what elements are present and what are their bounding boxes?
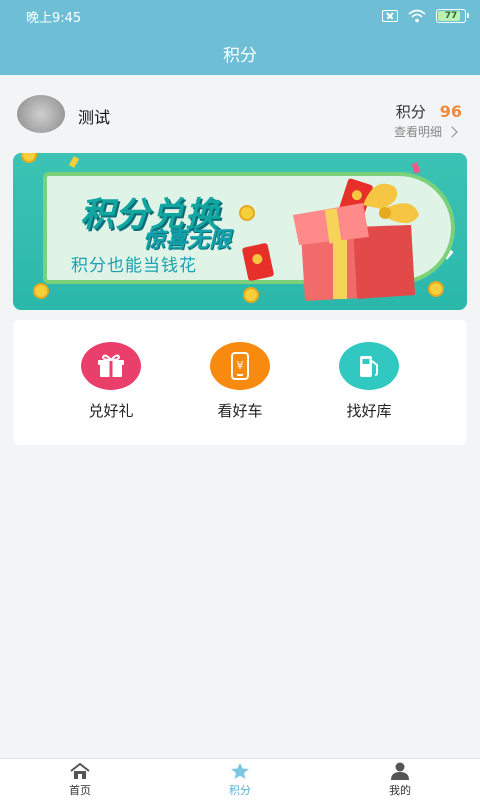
feature-label: 找好库: [346, 402, 392, 420]
banner-slogan: 积分也能当钱花: [71, 256, 197, 276]
feature-label: 看好车: [217, 402, 263, 420]
banner-subtitle: 惊喜无限: [143, 228, 232, 253]
battery-icon: 77: [436, 9, 469, 23]
feature-exchange-gifts[interactable]: 兑好礼: [61, 342, 161, 421]
battery-level: 77: [444, 11, 458, 21]
tab-label: 首页: [69, 783, 91, 797]
username: 测试: [78, 108, 111, 127]
coin-icon: [428, 281, 444, 297]
coin-icon: [21, 153, 37, 163]
chevron-right-icon: [446, 125, 458, 138]
tab-label: 我的: [389, 783, 411, 797]
points-value: 96: [439, 102, 462, 121]
points-label: 积分: [395, 103, 426, 121]
page-title: 积分: [223, 46, 257, 66]
star-icon: [231, 762, 249, 779]
avatar[interactable]: [17, 95, 65, 133]
coin-icon: [243, 287, 259, 303]
no-sim-icon: [382, 10, 398, 22]
svg-text:¥: ¥: [237, 359, 244, 372]
coin-icon: [239, 205, 255, 221]
status-bar: 晚上9:45 77: [0, 0, 480, 32]
tab-mine[interactable]: 我的: [320, 759, 480, 800]
points-summary: 积分 96: [396, 101, 462, 122]
bottom-tab-bar: 首页 积分 我的: [0, 758, 480, 800]
feature-find-warehouse[interactable]: 找好库: [319, 342, 419, 421]
app-header: 晚上9:45 77 积分: [0, 0, 480, 75]
points-exchange-banner[interactable]: 积分兑换 惊喜无限 积分也能当钱花: [13, 153, 467, 310]
home-icon: [70, 762, 90, 779]
status-icons: 77: [382, 9, 469, 23]
wifi-icon: [408, 9, 426, 23]
feature-view-cars[interactable]: ¥ 看好车: [190, 342, 290, 421]
user-icon: [391, 762, 409, 780]
phone-yen-icon: ¥: [210, 342, 270, 390]
gas-station-icon: [339, 342, 399, 390]
feature-card: 兑好礼 ¥ 看好车 找好库: [13, 320, 467, 445]
tab-points[interactable]: 积分: [160, 759, 320, 800]
status-time: 晚上9:45: [26, 10, 82, 26]
feature-label: 兑好礼: [88, 402, 134, 420]
tab-label: 积分: [229, 783, 251, 797]
tab-home[interactable]: 首页: [0, 759, 160, 800]
coin-icon: [33, 283, 49, 299]
gift-icon: [81, 342, 141, 390]
profile-row: 测试 积分 96 查看明细: [0, 75, 480, 153]
view-details-link[interactable]: 查看明细: [393, 123, 458, 140]
view-details-label: 查看明细: [393, 125, 442, 139]
gift-box-icon: [293, 183, 419, 301]
